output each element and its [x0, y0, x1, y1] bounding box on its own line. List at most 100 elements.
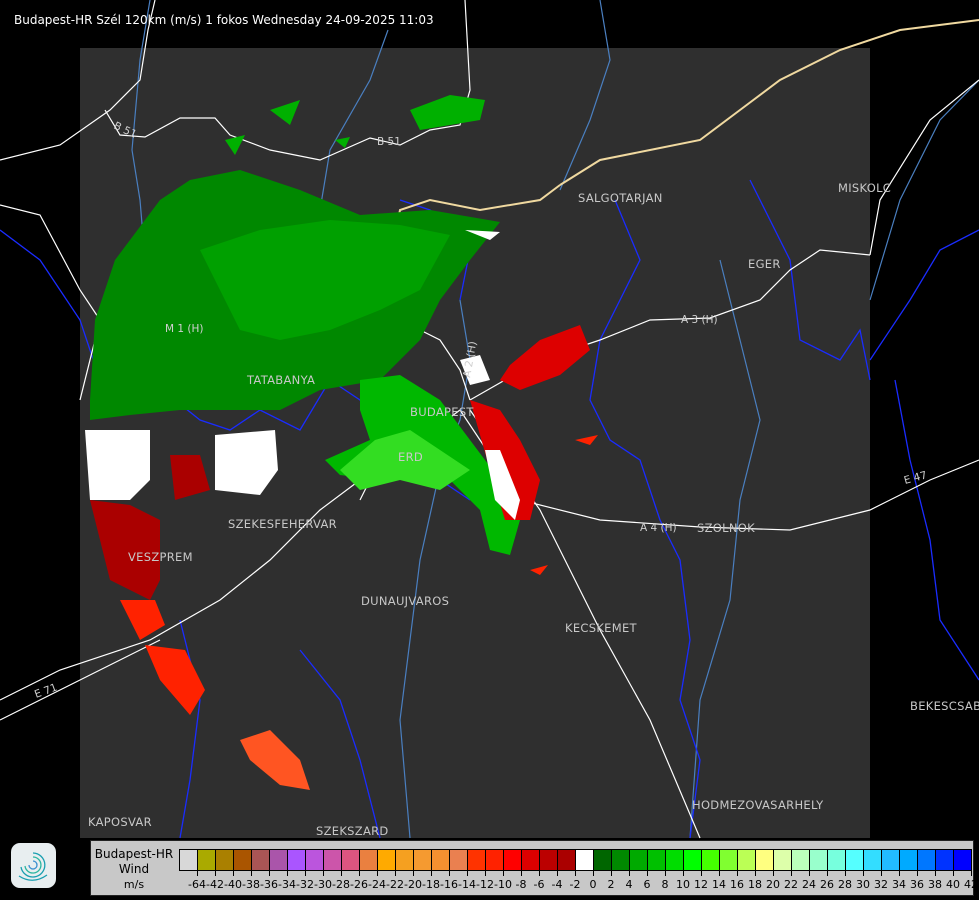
- legend-tick: [233, 870, 234, 876]
- legend-tick: [377, 870, 378, 876]
- legend-tick: [431, 870, 432, 876]
- legend-tick: [773, 870, 774, 876]
- legend-tick: [593, 870, 594, 876]
- road-label: A 4 (H): [640, 522, 677, 534]
- legend-tick: [503, 870, 504, 876]
- legend-color-scale: -64 -42 -40 -38 -36 -34 -32 -30 -28 -26 -24 -22 -20-…: [179, 849, 978, 891]
- legend-swatch: 0: [576, 850, 597, 891]
- legend-tick: [395, 870, 396, 876]
- swirl-logo-icon: [11, 843, 56, 888]
- legend-swatch: 12: [684, 850, 708, 891]
- legend-tick: [359, 870, 360, 876]
- legend-tick: [719, 870, 720, 876]
- legend-swatch: -34: [270, 850, 296, 891]
- place-label: SZEKESFEHERVAR: [228, 517, 337, 531]
- legend-swatch: 42: [954, 850, 978, 891]
- legend-swatch: 14: [702, 850, 726, 891]
- legend-swatch: 28: [828, 850, 852, 891]
- place-label: VESZPREM: [128, 550, 193, 564]
- legend-swatch: 40: [936, 850, 960, 891]
- legend-tick: [323, 870, 324, 876]
- legend-swatch: -18: [414, 850, 440, 891]
- legend-tick: [449, 870, 450, 876]
- legend-swatch: -22: [378, 850, 404, 891]
- legend-swatch: 6: [630, 850, 651, 891]
- legend-swatch: 32: [864, 850, 888, 891]
- legend-tick: [611, 870, 612, 876]
- legend-unit: m/s: [123, 878, 145, 891]
- place-label: SALGOTARJAN: [578, 191, 663, 205]
- place-label: DUNAUJVAROS: [361, 594, 449, 608]
- legend-swatch: -28: [324, 850, 350, 891]
- legend-tick: [827, 870, 828, 876]
- legend-tick: [917, 870, 918, 876]
- legend-swatch: 36: [900, 850, 924, 891]
- place-label: BUDAPEST: [410, 405, 474, 419]
- legend-tick: [935, 870, 936, 876]
- legend-quantity: Wind: [118, 862, 150, 876]
- legend-tick: [575, 870, 576, 876]
- radar-map[interactable]: SALGOTARJAN MISKOLC EGER TATABANYA BUDAP…: [0, 0, 979, 900]
- place-label: MISKOLC: [838, 181, 891, 195]
- legend-swatch: -30: [306, 850, 332, 891]
- legend-title: Budapest-HR Wind m/s: [91, 847, 177, 892]
- legend-tick: [899, 870, 900, 876]
- place-label: SZOLNOK: [697, 521, 755, 535]
- legend-swatch: -36: [252, 850, 278, 891]
- road-label: M 1 (H): [165, 323, 204, 335]
- legend-swatch: -12: [468, 850, 494, 891]
- map-title: Budapest-HR Szél 120km (m/s) 1 fokos Wed…: [14, 13, 434, 27]
- legend-tick: [683, 870, 684, 876]
- legend-swatch: -20: [396, 850, 422, 891]
- legend-tick: [665, 870, 666, 876]
- legend-tick-label: 42: [964, 878, 978, 891]
- legend-tick: [215, 870, 216, 876]
- legend-swatch: 34: [882, 850, 906, 891]
- legend-swatch: 20: [756, 850, 780, 891]
- legend-swatch: -10: [486, 850, 512, 891]
- legend-tick: [629, 870, 630, 876]
- road-label: B 51: [377, 136, 401, 148]
- legend-tick: [557, 870, 558, 876]
- legend-swatch: 8: [648, 850, 669, 891]
- legend-tick: [845, 870, 846, 876]
- legend-tick: [413, 870, 414, 876]
- legend-swatch: -2: [558, 850, 580, 891]
- legend-tick: [863, 870, 864, 876]
- legend-tick: [197, 870, 198, 876]
- legend-swatch: -32: [288, 850, 314, 891]
- legend-tick: [701, 870, 702, 876]
- legend-swatch: 10: [666, 850, 690, 891]
- legend-swatch: -64: [180, 850, 206, 891]
- place-label: ERD: [398, 450, 423, 464]
- legend-tick: [287, 870, 288, 876]
- legend-swatch: -8: [504, 850, 526, 891]
- legend-tick: [971, 870, 972, 876]
- road-label: A 3 (H): [681, 314, 718, 326]
- legend-swatch: 38: [918, 850, 942, 891]
- legend-tick: [251, 870, 252, 876]
- place-label: HODMEZOVASARHELY: [692, 798, 824, 812]
- legend-swatch: 22: [774, 850, 798, 891]
- legend-swatch: -40: [216, 850, 242, 891]
- legend-tick: [485, 870, 486, 876]
- legend-tick: [953, 870, 954, 876]
- legend-swatch: 18: [738, 850, 762, 891]
- legend-tick: [737, 870, 738, 876]
- legend-tick: [467, 870, 468, 876]
- legend-tick: [305, 870, 306, 876]
- legend-tick: [341, 870, 342, 876]
- legend-swatch: -24: [360, 850, 386, 891]
- legend-swatch: -38: [234, 850, 260, 891]
- legend-swatch: -6: [522, 850, 544, 891]
- legend-swatch: 16: [720, 850, 744, 891]
- place-label: KAPOSVAR: [88, 815, 152, 829]
- legend-swatch: -14: [450, 850, 476, 891]
- legend-swatch: -42: [198, 850, 224, 891]
- legend-tick: [755, 870, 756, 876]
- legend-swatch: -16: [432, 850, 458, 891]
- legend-swatch: 30: [846, 850, 870, 891]
- legend-station: Budapest-HR: [94, 847, 174, 861]
- legend-tick: [881, 870, 882, 876]
- place-label: TATABANYA: [246, 373, 315, 387]
